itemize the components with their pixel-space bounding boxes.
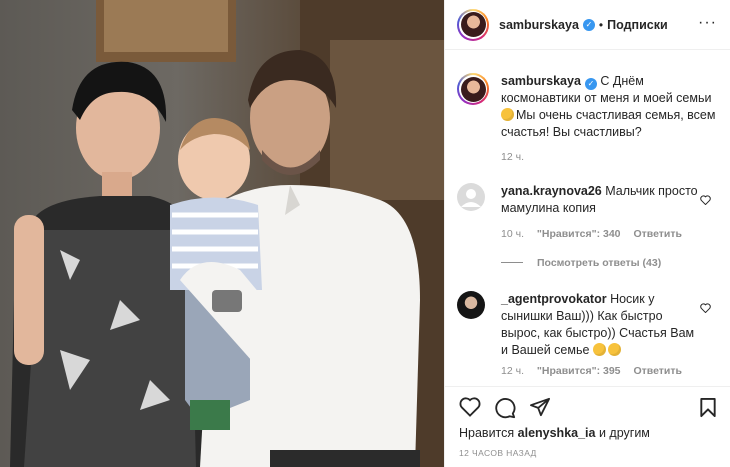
post-photo[interactable] bbox=[0, 0, 444, 467]
reply-button[interactable]: Ответить bbox=[633, 228, 682, 240]
caption-line-2: Мы очень счастливая семья, всем счастья!… bbox=[501, 108, 716, 139]
kissing-emoji-icon bbox=[501, 108, 514, 121]
verified-badge-icon: ✓ bbox=[582, 18, 595, 31]
caption-username[interactable]: samburskaya bbox=[501, 74, 581, 88]
family-photo-illustration bbox=[10, 0, 444, 467]
verified-badge-icon: ✓ bbox=[584, 78, 597, 90]
post-timestamp[interactable]: 12 ЧАСОВ НАЗАД bbox=[459, 448, 537, 458]
replies-line bbox=[501, 262, 523, 263]
likes-prefix: Нравится bbox=[459, 426, 518, 440]
post-actions: Нравится alenyshka_ia и другим 12 ЧАСОВ … bbox=[445, 386, 730, 467]
comment-time[interactable]: 10 ч. bbox=[501, 228, 524, 240]
share-icon[interactable] bbox=[529, 397, 551, 417]
likes-suffix[interactable]: и другим bbox=[595, 426, 650, 440]
view-replies-label: Посмотреть ответы (43) bbox=[537, 257, 662, 269]
likes-summary[interactable]: Нравится alenyshka_ia и другим bbox=[459, 426, 650, 440]
comment-text: yana.kraynova26 Мальчик просто мамулина … bbox=[501, 183, 701, 217]
comment-meta: 10 ч. "Нравится": 340 Ответить bbox=[501, 228, 692, 240]
caption-avatar[interactable] bbox=[457, 73, 489, 105]
author-username[interactable]: samburskaya bbox=[499, 18, 579, 32]
comment-meta: 12 ч. "Нравится": 395 Ответить bbox=[501, 365, 692, 377]
smile-emoji-icon bbox=[592, 343, 606, 356]
heart-icon[interactable] bbox=[700, 195, 711, 205]
caption-text: samburskaya ✓ С Днём космонавтики от меня… bbox=[501, 73, 721, 141]
commenter-avatar[interactable] bbox=[457, 291, 485, 319]
post-sidebar: samburskaya ✓ • Подписки ··· samburskaya… bbox=[444, 0, 730, 467]
comment-time[interactable]: 12 ч. bbox=[501, 365, 524, 377]
comment-likes[interactable]: "Нравится": 395 bbox=[537, 365, 621, 377]
bookmark-icon[interactable] bbox=[699, 397, 717, 418]
comment-likes[interactable]: "Нравится": 340 bbox=[537, 228, 621, 240]
likes-user[interactable]: alenyshka_ia bbox=[518, 426, 596, 440]
reply-button[interactable]: Ответить bbox=[633, 365, 682, 377]
view-replies-button[interactable]: Посмотреть ответы (43) bbox=[501, 257, 661, 269]
commenter-username[interactable]: yana.kraynova26 bbox=[501, 184, 602, 198]
comment-text: _agentprovokator Носик у сынишки Ваш))) … bbox=[501, 291, 701, 359]
comment-icon[interactable] bbox=[494, 397, 516, 419]
smile-emoji-icon bbox=[607, 343, 621, 356]
following-button[interactable]: Подписки bbox=[607, 18, 668, 32]
heart-icon[interactable] bbox=[459, 397, 481, 417]
separator-dot: • bbox=[598, 17, 604, 32]
commenter-username[interactable]: _agentprovokator bbox=[501, 292, 607, 306]
default-avatar-icon bbox=[461, 189, 481, 207]
comments-list[interactable]: samburskaya ✓ С Днём космонавтики от меня… bbox=[445, 51, 730, 386]
author-avatar[interactable] bbox=[457, 8, 489, 41]
more-icon[interactable]: ··· bbox=[698, 15, 717, 31]
post-header: samburskaya ✓ • Подписки ··· bbox=[445, 0, 730, 50]
commenter-avatar[interactable] bbox=[457, 183, 485, 211]
heart-icon[interactable] bbox=[700, 303, 711, 313]
caption-time[interactable]: 12 ч. bbox=[501, 151, 524, 163]
instagram-post: samburskaya ✓ • Подписки ··· samburskaya… bbox=[0, 0, 730, 467]
